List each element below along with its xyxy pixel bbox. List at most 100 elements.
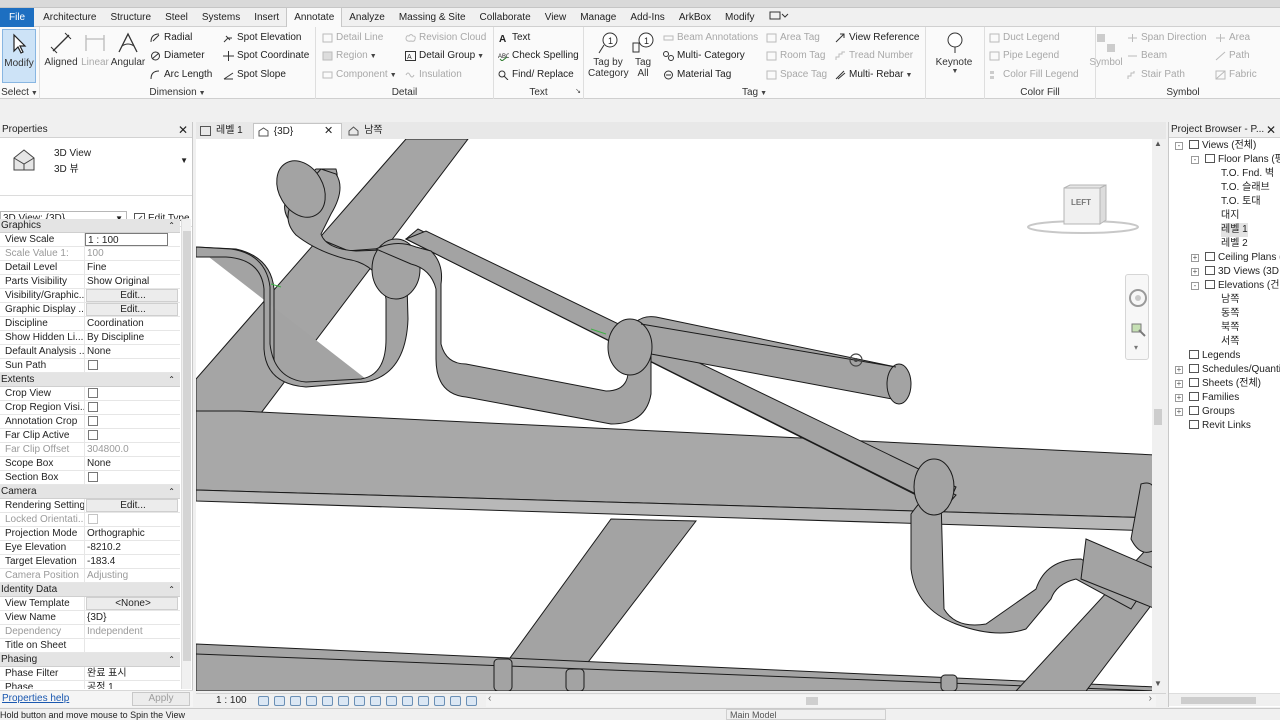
shadows-icon[interactable] <box>306 696 317 706</box>
highlight-displacement-icon[interactable] <box>466 696 477 706</box>
temporary-view-properties-icon[interactable] <box>434 696 445 706</box>
multi-rebar-button[interactable]: Multi- Rebar ▼ <box>834 67 912 83</box>
property-value[interactable]: By Discipline <box>85 331 180 344</box>
contextual-tab-dropdown[interactable] <box>762 8 796 27</box>
property-value[interactable]: {3D} <box>85 611 180 624</box>
collapse-icon[interactable]: - <box>1175 142 1183 150</box>
browser-node[interactable]: 남쪽 <box>1221 293 1239 307</box>
viewcube-face-label[interactable]: LEFT <box>1071 198 1091 207</box>
checkbox[interactable] <box>88 472 98 482</box>
property-value[interactable]: Coordination <box>85 317 180 330</box>
property-value[interactable]: -8210.2 <box>85 541 180 554</box>
project-browser-scrollbar[interactable] <box>1169 693 1280 706</box>
browser-node[interactable]: T.O. 토대 <box>1221 195 1261 209</box>
chevron-down-icon[interactable]: ▾ <box>1134 343 1138 352</box>
collapse-icon[interactable]: ⌃ <box>168 373 175 387</box>
steering-wheel-icon[interactable] <box>1127 287 1149 309</box>
property-value[interactable]: Orthographic <box>85 527 180 540</box>
beam-symbol-button[interactable]: Beam <box>1126 48 1167 64</box>
multi-category-tag-button[interactable]: Multi- Category <box>662 48 745 64</box>
detail-group-button[interactable]: A Detail Group ▼ <box>404 48 484 64</box>
collapse-icon[interactable]: ⌃ <box>168 485 175 499</box>
tab-arkbox[interactable]: ArkBox <box>672 8 718 27</box>
browser-node[interactable]: Revit Links <box>1189 419 1251 433</box>
properties-scrollbar[interactable] <box>181 219 191 689</box>
active-workset-select[interactable]: Main Model <box>726 709 886 720</box>
browser-node[interactable]: Groups <box>1189 405 1235 419</box>
path-symbol-button[interactable]: Path <box>1214 48 1250 64</box>
check-spelling-button[interactable]: ABC Check Spelling <box>497 48 579 64</box>
arc-length-button[interactable]: Arc Length <box>149 67 212 83</box>
collapse-icon[interactable]: ⌃ <box>168 583 175 597</box>
area-tag-button[interactable]: Area Tag <box>765 30 820 46</box>
browser-node[interactable]: 3D Views (3D 뷰 <box>1205 265 1280 279</box>
browser-node[interactable]: T.O. 슬래브 <box>1221 181 1270 195</box>
3d-viewport[interactable]: LEFT ▾ <box>196 139 1156 691</box>
collapse-icon[interactable]: - <box>1191 156 1199 164</box>
close-icon[interactable]: ✕ <box>324 125 333 137</box>
browser-node[interactable]: 북쪽 <box>1221 321 1239 335</box>
property-value[interactable]: None <box>85 457 180 470</box>
property-group-header[interactable]: Camera ⌃ <box>0 485 180 499</box>
detail-level-icon[interactable] <box>258 696 269 706</box>
insulation-button[interactable]: Insulation <box>404 67 462 83</box>
stair-path-button[interactable]: Stair Path <box>1126 67 1185 83</box>
property-group-header[interactable]: Extents ⌃ <box>0 373 180 387</box>
modify-button[interactable]: Modify <box>2 29 36 83</box>
browser-node[interactable]: 레벨 2 <box>1221 237 1248 251</box>
duct-legend-button[interactable]: Duct Legend <box>988 30 1060 46</box>
property-value[interactable]: Fine <box>85 261 180 274</box>
tab-steel[interactable]: Steel <box>158 8 195 27</box>
rendering-icon[interactable] <box>322 696 333 706</box>
browser-node[interactable]: Legends <box>1189 349 1240 363</box>
tab-file[interactable]: File <box>0 7 35 27</box>
collapse-icon[interactable]: ⌃ <box>168 219 175 233</box>
tab-add-ins[interactable]: Add-Ins <box>623 8 671 27</box>
property-value[interactable] <box>85 639 180 652</box>
browser-node[interactable]: 레벨 1 <box>1221 223 1248 237</box>
beam-annotations-button[interactable]: Beam Annotations <box>662 30 758 46</box>
viewcube[interactable] <box>1026 184 1141 239</box>
property-value[interactable]: Edit... <box>86 289 178 302</box>
view-tab-3d[interactable]: {3D} ✕ <box>252 123 343 139</box>
tag-all-button[interactable]: 1 Tag All <box>628 29 658 83</box>
viewport-horizontal-scrollbar[interactable]: ‹ › <box>486 693 1156 707</box>
apply-button[interactable]: Apply <box>132 692 190 706</box>
keynote-button[interactable]: Keynote ▼ <box>934 29 974 83</box>
expand-icon[interactable]: + <box>1191 268 1199 276</box>
browser-node[interactable]: T.O. Fnd. 벽 <box>1221 167 1274 181</box>
expand-icon[interactable]: + <box>1175 380 1183 388</box>
collapse-icon[interactable]: ⌃ <box>168 653 175 667</box>
tab-annotate[interactable]: Annotate <box>286 7 343 27</box>
room-tag-button[interactable]: Room Tag <box>765 48 825 64</box>
checkbox[interactable] <box>88 388 98 398</box>
tab-systems[interactable]: Systems <box>195 8 247 27</box>
browser-node[interactable]: 대지 <box>1221 209 1239 223</box>
pipe-legend-button[interactable]: Pipe Legend <box>988 48 1059 64</box>
browser-node[interactable]: Schedules/Quanti <box>1189 363 1280 377</box>
diameter-dimension-button[interactable]: Diameter <box>149 48 205 64</box>
crop-view-icon[interactable] <box>338 696 349 706</box>
property-value[interactable]: -183.4 <box>85 555 180 568</box>
browser-node[interactable]: Families <box>1189 391 1239 405</box>
property-value[interactable]: <None> <box>86 597 178 610</box>
property-group-header[interactable]: Phasing ⌃ <box>0 653 180 667</box>
find-replace-button[interactable]: Find/ Replace <box>497 67 574 83</box>
tab-manage[interactable]: Manage <box>573 8 623 27</box>
symbol-button[interactable]: Symbol <box>1088 29 1124 83</box>
spot-slope-button[interactable]: Spot Slope <box>222 67 286 83</box>
checkbox[interactable] <box>88 402 98 412</box>
view-reference-button[interactable]: View Reference <box>834 30 919 46</box>
viewport-vertical-scrollbar[interactable]: ▲ ▼ <box>1152 139 1164 691</box>
sun-path-icon[interactable] <box>290 696 301 706</box>
expand-icon[interactable]: + <box>1191 254 1199 262</box>
browser-node[interactable]: Ceiling Plans (천 <box>1205 251 1280 265</box>
browser-node[interactable]: Elevations (건물 <box>1205 279 1280 293</box>
property-value[interactable]: None <box>85 345 180 358</box>
component-button[interactable]: Component ▼ <box>321 67 397 83</box>
fabric-symbol-button[interactable]: Fabric <box>1214 67 1257 83</box>
reveal-hidden-icon[interactable] <box>402 696 413 706</box>
visual-style-icon[interactable] <box>274 696 285 706</box>
expand-icon[interactable]: + <box>1175 408 1183 416</box>
tag-by-category-button[interactable]: 1 Tag by Category <box>588 29 629 83</box>
